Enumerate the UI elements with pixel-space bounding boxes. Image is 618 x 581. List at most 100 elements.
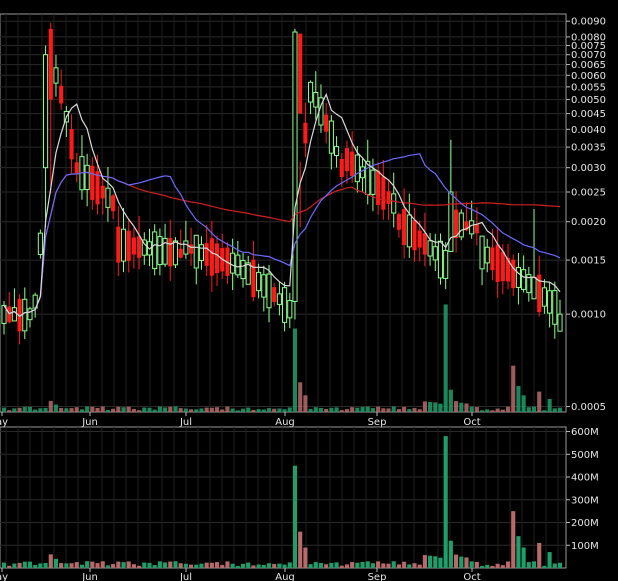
- overlay-volume-bar: [168, 406, 173, 412]
- candle-body-up: [406, 214, 412, 248]
- candle-body-down: [209, 238, 214, 276]
- candle-body-up: [22, 298, 28, 332]
- volume-bar: [53, 558, 59, 568]
- candle-body-down: [417, 230, 422, 248]
- volume-bar: [48, 554, 53, 568]
- candle-body-down: [131, 237, 136, 255]
- price-x-tick-label: ay: [0, 417, 8, 428]
- volume-bar: [542, 565, 547, 568]
- candle-body-down: [402, 209, 407, 245]
- volume-bar: [1, 562, 7, 568]
- volume-bar: [298, 531, 303, 568]
- volume-bar: [189, 564, 194, 568]
- volume-bar: [38, 563, 43, 568]
- overlay-volume-bar: [163, 407, 168, 412]
- overlay-volume-bar: [240, 408, 246, 412]
- volume-tick-label: 200M: [571, 518, 599, 529]
- volume-tick-label: 100M: [571, 541, 599, 552]
- candle-body-up: [391, 193, 397, 214]
- overlay-volume-bar: [526, 407, 531, 412]
- candle-body-up: [157, 236, 163, 266]
- overlay-volume-bar: [516, 386, 521, 412]
- volume-bar: [199, 563, 204, 568]
- volume-frame: [0, 426, 567, 569]
- candle-body-down: [100, 185, 105, 199]
- candle-body-down: [324, 114, 329, 132]
- volume-bar: [7, 565, 12, 568]
- overlay-volume-bar: [422, 401, 427, 412]
- overlay-volume-bar: [33, 409, 38, 412]
- candle-body-up: [557, 313, 563, 332]
- price-tick-label: 0.0035: [571, 143, 606, 154]
- overlay-volume-bar: [521, 395, 526, 412]
- candle-body-down: [214, 243, 220, 274]
- candle-body-up: [313, 91, 319, 108]
- candle-body-up: [261, 274, 267, 298]
- candle-body-up: [120, 228, 127, 262]
- overlay-volume-bar: [438, 403, 443, 412]
- volume-bar: [516, 536, 521, 568]
- overlay-volume-bar: [235, 410, 240, 412]
- overlay-volume-bar: [391, 406, 396, 412]
- volume-bar: [85, 561, 90, 568]
- volume-bar: [111, 564, 116, 568]
- candle-body-down: [303, 122, 308, 144]
- overlay-volume-bar: [396, 409, 401, 412]
- candle-body-up: [198, 244, 205, 261]
- volume-bar: [137, 565, 142, 568]
- overlay-volume-bar: [355, 407, 360, 412]
- candle-body-down: [272, 287, 277, 302]
- volume-bar: [365, 561, 370, 568]
- candle-body-up: [469, 220, 475, 235]
- volume-bar: [547, 552, 552, 568]
- volume-bar: [438, 557, 443, 568]
- volume-bar: [246, 562, 251, 568]
- volume-bar: [422, 555, 427, 568]
- volume-bar: [142, 562, 147, 568]
- candle-body-up: [521, 269, 527, 290]
- overlay-volume-bar: [142, 407, 147, 412]
- volume-bar: [464, 557, 469, 568]
- volume-bar: [282, 564, 287, 568]
- volume-x-tick-label: Oct: [463, 572, 480, 581]
- volume-bar: [386, 563, 391, 568]
- overlay-volume-bar: [381, 408, 386, 412]
- candle-body-up: [172, 240, 179, 266]
- price-tick-label: 0.0060: [571, 71, 606, 82]
- volume-bar: [64, 563, 69, 568]
- price-x-tick-label: Aug: [275, 417, 295, 428]
- volume-bar: [459, 556, 464, 568]
- volume-bar: [163, 562, 168, 568]
- overlay-volume-bar: [344, 409, 350, 412]
- candle-body-up: [552, 290, 558, 325]
- candle-body-down: [386, 191, 391, 204]
- volume-bar: [407, 564, 412, 568]
- candle-body-up: [256, 271, 262, 292]
- candle-body-up: [458, 212, 464, 238]
- volume-bar: [272, 563, 277, 568]
- overlay-volume-bar: [303, 395, 308, 412]
- overlay-volume-bar: [459, 402, 464, 412]
- overlay-volume-bar: [547, 399, 552, 412]
- overlay-volume-bar: [537, 391, 542, 412]
- candle-body-down: [500, 251, 505, 282]
- price-tick-label: 0.0045: [571, 109, 606, 120]
- overlay-volume-bar: [69, 408, 74, 412]
- overlay-volume-bar: [194, 409, 199, 412]
- overlay-volume-bar: [100, 406, 105, 412]
- overlay-volume-bar: [116, 406, 121, 412]
- candle-body-down: [7, 306, 12, 323]
- overlay-volume-bar: [495, 408, 500, 412]
- volume-bar: [391, 561, 396, 568]
- volume-bar: [74, 562, 79, 568]
- volume-bar: [526, 562, 531, 568]
- overlay-volume-bar: [474, 407, 479, 412]
- volume-bar: [251, 565, 256, 568]
- volume-x-axis: ay Jun Jul Aug Sep Oct: [0, 568, 481, 581]
- candle-body-up: [287, 300, 293, 319]
- candle-body-up: [230, 252, 236, 274]
- overlay-volume-bar: [376, 406, 381, 412]
- volume-bar: [17, 562, 22, 568]
- overlay-volume-bar: [173, 406, 178, 412]
- volume-bar: [334, 562, 339, 568]
